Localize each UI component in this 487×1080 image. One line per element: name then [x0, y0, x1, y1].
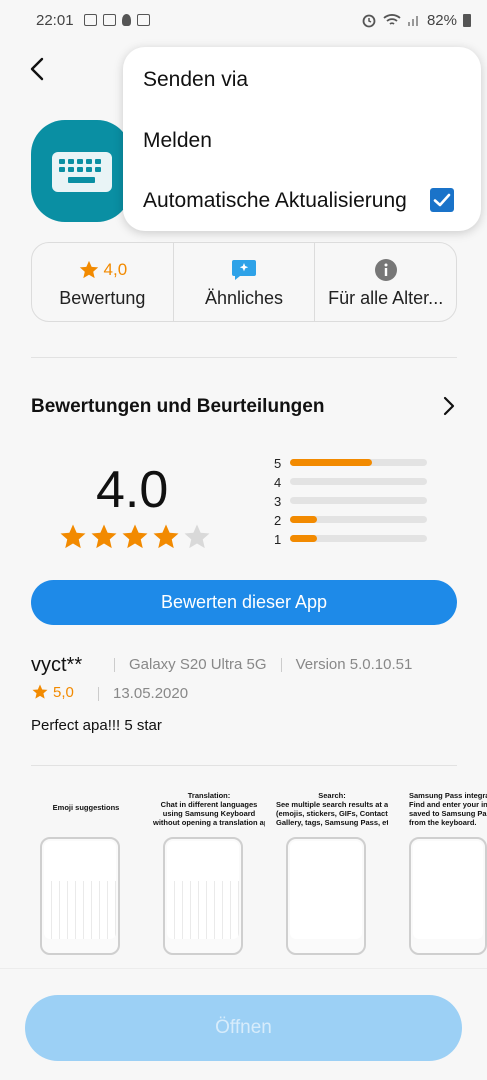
separator — [114, 657, 115, 672]
rating-bar-track — [290, 535, 427, 542]
star-icon — [32, 684, 48, 699]
review-device: Galaxy S20 Ultra 5G — [129, 656, 267, 673]
menu-item-auto-update[interactable]: Automatische Aktualisierung — [143, 189, 407, 213]
notification-icons — [83, 14, 150, 26]
email-icon — [83, 14, 97, 26]
divider — [31, 765, 457, 766]
bulb-icon — [121, 14, 131, 26]
status-bar: 22:01 82% — [0, 0, 487, 40]
divider — [31, 357, 457, 358]
phone-mockup — [163, 837, 243, 955]
rating-bar-label: 3 — [274, 494, 282, 509]
screenshot-search[interactable]: Search: See multiple search results at a… — [276, 785, 388, 960]
phone-mockup — [409, 837, 487, 955]
app-info-bar: 4,0 Bewertung Ähnliches Für alle Alter..… — [31, 242, 457, 322]
star-icon — [79, 260, 98, 278]
screenshot-samsung-pass[interactable]: Samsung Pass integrat Find and enter you… — [399, 785, 487, 960]
rating-label: Bewertung — [59, 287, 146, 308]
rating-bar-row: 2 — [272, 513, 432, 528]
battery-icon — [463, 13, 471, 27]
rating-bar-label: 5 — [274, 456, 282, 471]
rating-bar-track — [290, 478, 427, 485]
rating-bar-label: 1 — [274, 532, 282, 547]
star-filled-icon — [91, 524, 117, 549]
menu-item-report[interactable]: Melden — [143, 129, 212, 153]
rating-bar-fill — [290, 459, 373, 466]
alarm-icon — [362, 14, 376, 28]
screenshot-caption: Emoji suggestions — [52, 803, 120, 812]
review-rating-value: 5,0 — [53, 683, 74, 701]
image-icon — [102, 14, 116, 26]
email-icon — [136, 14, 150, 26]
screenshot-carousel[interactable]: Emoji suggestions Translation: Chat in d… — [0, 785, 487, 965]
menu-item-send-via[interactable]: Senden via — [143, 68, 248, 92]
rating-bar-label: 2 — [274, 513, 282, 528]
average-stars — [58, 522, 212, 552]
keyboard-icon — [52, 152, 112, 192]
screenshot-translation[interactable]: Translation: Chat in different languages… — [153, 785, 265, 960]
app-icon — [31, 120, 131, 222]
rating-bar-row: 3 — [272, 494, 432, 509]
sparkle-chat-icon — [232, 259, 256, 280]
similar-label: Ähnliches — [204, 287, 284, 308]
rating-bar-label: 4 — [274, 475, 282, 490]
rating-bar-row: 4 — [272, 475, 432, 490]
rate-app-button[interactable]: Bewerten dieser App — [31, 580, 457, 625]
rating-bar-track — [290, 459, 427, 466]
battery-percent: 82% — [426, 11, 457, 29]
rating-bar-fill — [290, 516, 318, 523]
auto-update-checkbox[interactable] — [430, 188, 454, 212]
similar-cell[interactable]: Ähnliches — [174, 243, 316, 321]
bottom-bar: Öffnen — [0, 968, 487, 1080]
rating-bar-track — [290, 497, 427, 504]
overflow-menu: Senden via Melden Automatische Aktualisi… — [123, 47, 481, 231]
rating-bar-row: 1 — [272, 532, 432, 547]
wifi-icon — [383, 14, 401, 25]
separator — [98, 686, 99, 701]
screenshot-emoji[interactable]: Emoji suggestions — [30, 785, 142, 960]
star-empty-icon — [184, 524, 210, 549]
screenshot-caption: Samsung Pass integrat Find and enter you… — [409, 791, 487, 827]
review-date: 13.05.2020 — [113, 685, 189, 702]
star-filled-icon — [60, 524, 86, 549]
screenshot-caption: Search: See multiple search results at a… — [276, 791, 388, 827]
ratings-section-title: Bewertungen und Beurteilungen — [31, 396, 325, 417]
info-icon — [374, 258, 397, 281]
star-filled-icon — [153, 524, 179, 549]
review-meta: Galaxy S20 Ultra 5G Version 5.0.10.51 — [100, 656, 412, 673]
rating-bar-row: 5 — [272, 456, 432, 471]
status-right: 82% — [361, 12, 471, 29]
separator — [280, 657, 282, 672]
age-label: Für alle Alter... — [328, 287, 444, 308]
age-cell[interactable]: Für alle Alter... — [315, 243, 456, 321]
phone-mockup — [40, 837, 120, 955]
phone-mockup — [286, 837, 366, 955]
average-rating: 4.0 — [96, 461, 169, 519]
review-version: Version 5.0.10.51 — [295, 656, 413, 673]
rating-bar-fill — [290, 535, 318, 542]
review-user: vyct** — [31, 654, 83, 676]
review-rating: 5,0 — [31, 683, 74, 701]
screenshot-caption: Translation: Chat in different languages… — [153, 791, 265, 827]
status-time: 22:01 — [36, 11, 74, 29]
open-button[interactable]: Öffnen — [25, 995, 462, 1061]
back-button[interactable] — [26, 55, 50, 83]
review-date-wrap: 13.05.2020 — [98, 685, 188, 702]
star-filled-icon — [122, 524, 148, 549]
rating-cell[interactable]: 4,0 Bewertung — [32, 243, 174, 321]
chevron-right-icon[interactable] — [440, 395, 458, 417]
rating-value: 4,0 — [103, 259, 128, 279]
signal-icon — [407, 16, 418, 26]
rating-bar-track — [290, 516, 427, 523]
checkmark-icon — [433, 193, 451, 207]
review-text: Perfect apa!!! 5 star — [31, 717, 162, 734]
